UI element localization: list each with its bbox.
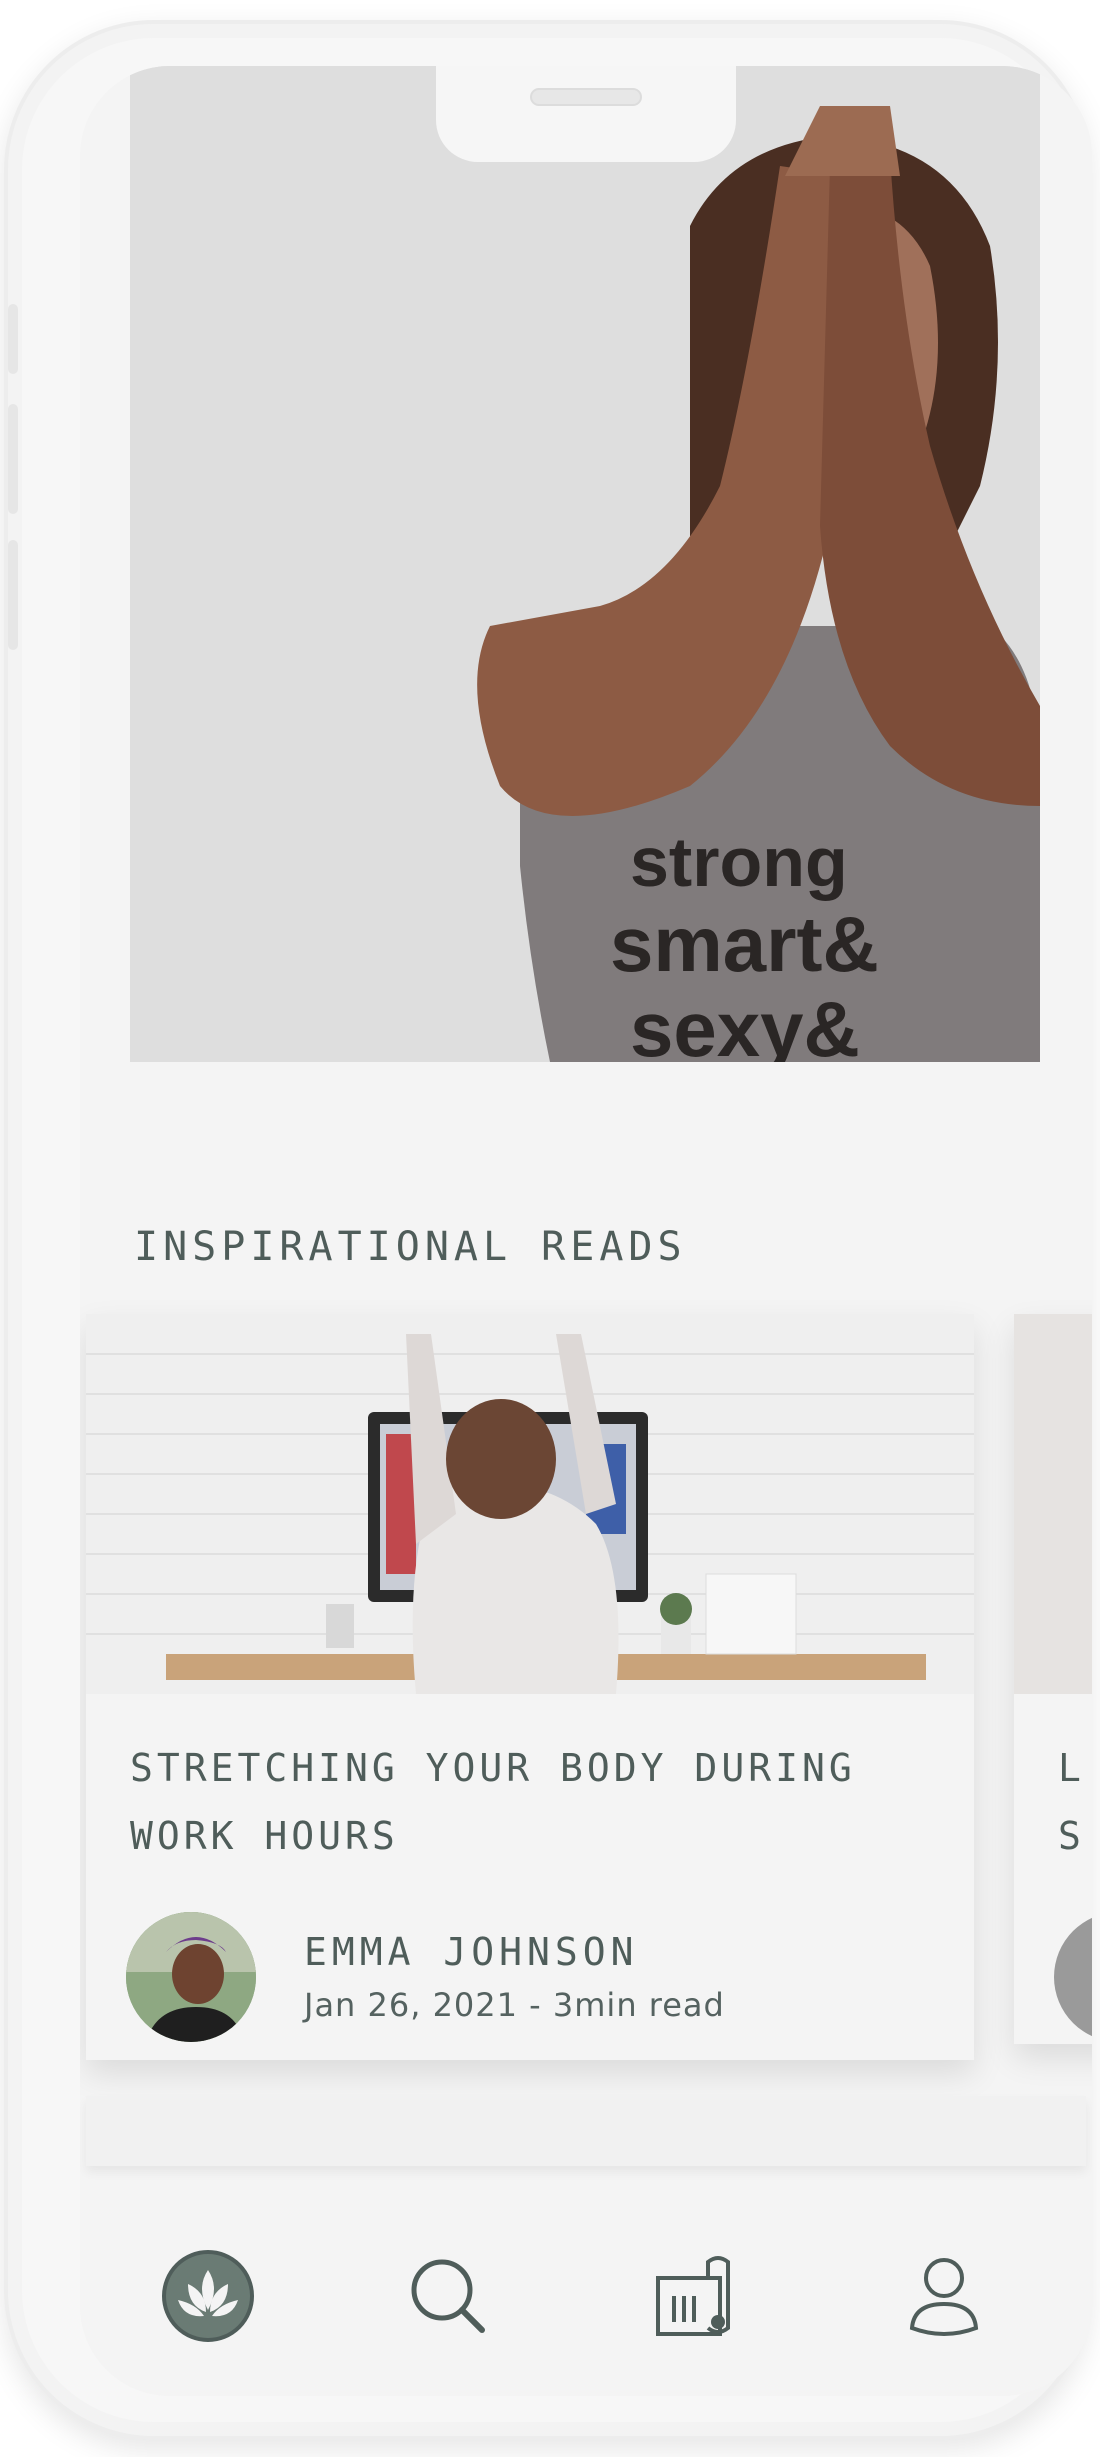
tab-home[interactable] [160, 2248, 256, 2344]
tab-practice[interactable] [646, 2248, 742, 2344]
lotus-icon [162, 2250, 254, 2342]
avatar-photo [126, 1912, 256, 2042]
next-section-peek [86, 2096, 1086, 2166]
article-title[interactable]: STRETCHING YOUR BODY DURING WORK HOURS [130, 1734, 920, 1870]
mute-switch [8, 304, 18, 374]
shirt-text-2: smart& [610, 900, 879, 988]
article-title-next-line1: L [1058, 1746, 1085, 1790]
post-meta: Jan 26, 2021 - 3min read [304, 1986, 725, 2024]
author-meta: EMMA JOHNSON Jan 26, 2021 - 3min read [304, 1930, 725, 2024]
article-title-next: L S [1058, 1734, 1085, 1870]
shirt-text-3: sexy& [630, 985, 860, 1062]
avatar[interactable] [126, 1912, 256, 2042]
speaker-grille [530, 88, 642, 106]
article-card[interactable]: STRETCHING YOUR BODY DURING WORK HOURS E… [86, 1314, 974, 2060]
section-title: INSPIRATIONAL READS [134, 1224, 687, 1270]
yoga-mat-icon [656, 2256, 730, 2336]
volume-down-button [8, 540, 18, 650]
app-screen: strong smart& sexy& INSPIRATIONAL READS [80, 66, 1092, 2396]
author-row: EMMA JOHNSON Jan 26, 2021 - 3min read [126, 1912, 725, 2042]
article-image [86, 1314, 974, 1694]
article-image-next [1014, 1314, 1092, 1694]
article-photo [86, 1314, 974, 1694]
profile-icon [909, 2258, 979, 2336]
shirt-text-1: strong [630, 823, 848, 901]
article-title-next-line2: S [1058, 1814, 1085, 1858]
hero-image[interactable]: strong smart& sexy& [130, 66, 1040, 1062]
notch [436, 66, 736, 162]
tab-search[interactable] [400, 2248, 496, 2344]
article-card-next[interactable]: L S [1014, 1314, 1092, 2044]
search-icon [411, 2259, 485, 2333]
tab-bar [80, 2196, 1092, 2396]
tab-profile[interactable] [896, 2248, 992, 2344]
hero-photo: strong smart& sexy& [130, 66, 1040, 1062]
author-name[interactable]: EMMA JOHNSON [304, 1930, 725, 1974]
phone-frame: strong smart& sexy& INSPIRATIONAL READS [4, 20, 1092, 2440]
avatar-next [1054, 1912, 1092, 2042]
volume-up-button [8, 404, 18, 514]
